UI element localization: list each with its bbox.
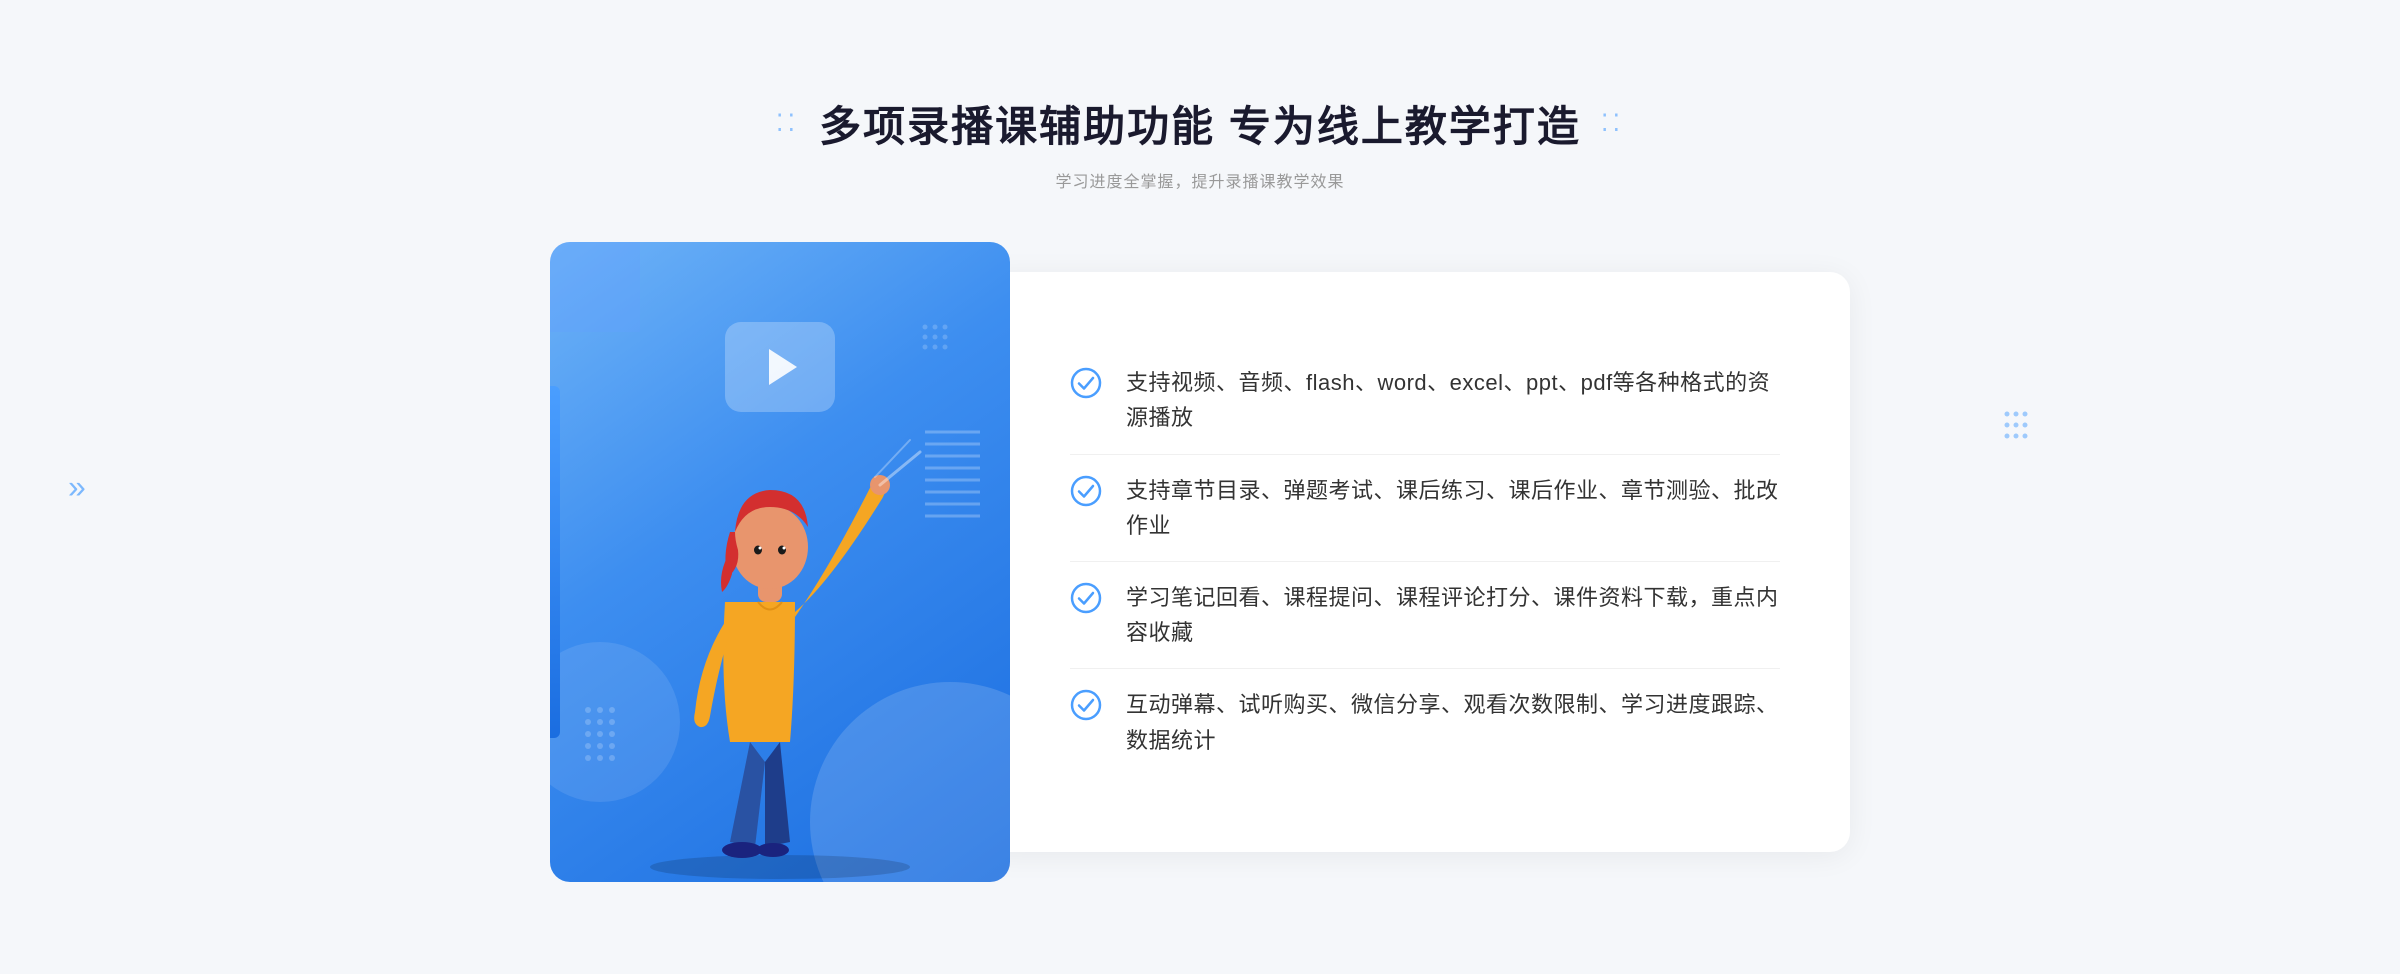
feature-item-4: 互动弹幕、试听购买、微信分享、观看次数限制、学习进度跟踪、数据统计 <box>1070 668 1780 775</box>
play-icon <box>769 349 797 385</box>
feature-item-2: 支持章节目录、弹题考试、课后练习、课后作业、章节测验、批改作业 <box>1070 454 1780 561</box>
features-panel: 支持视频、音频、flash、word、excel、ppt、pdf等各种格式的资源… <box>980 272 1850 852</box>
person-illustration <box>610 402 950 882</box>
illustration-panel <box>550 242 1010 882</box>
check-icon-2 <box>1070 473 1102 512</box>
title-row: ⁚⁚ 多项录播课辅助功能 专为线上教学打造 ⁚⁚ <box>776 93 1624 154</box>
chevron-decoration: » <box>68 469 86 506</box>
dots-decor-top-right <box>920 322 970 372</box>
header-section: ⁚⁚ 多项录播课辅助功能 专为线上教学打造 ⁚⁚ 学习进度全掌握，提升录播课教学… <box>776 93 1624 192</box>
feature-text-3: 学习笔记回看、课程提问、课程评论打分、课件资料下载，重点内容收藏 <box>1126 580 1780 650</box>
page-title: 多项录播课辅助功能 专为线上教学打造 <box>819 93 1581 154</box>
features-list: 支持视频、音频、flash、word、excel、ppt、pdf等各种格式的资源… <box>1070 347 1780 776</box>
title-dots-left: ⁚⁚ <box>776 109 799 138</box>
feature-item-3: 学习笔记回看、课程提问、课程评论打分、课件资料下载，重点内容收藏 <box>1070 561 1780 668</box>
circle-decor-small-blue <box>550 242 640 332</box>
page-container: » ⁚⁚ 多项录播课辅助功能 专为线上教学打造 ⁚⁚ 学习进度全掌握，提升录播课… <box>0 0 2400 974</box>
page-subtitle: 学习进度全掌握，提升录播课教学效果 <box>776 168 1624 192</box>
feature-text-4: 互动弹幕、试听购买、微信分享、观看次数限制、学习进度跟踪、数据统计 <box>1126 687 1780 757</box>
title-dots-right: ⁚⁚ <box>1601 109 1624 138</box>
feature-text-1: 支持视频、音频、flash、word、excel、ppt、pdf等各种格式的资源… <box>1126 365 1780 435</box>
check-icon-1 <box>1070 365 1102 404</box>
check-icon-3 <box>1070 580 1102 619</box>
feature-text-2: 支持章节目录、弹题考试、课后练习、课后作业、章节测验、批改作业 <box>1126 473 1780 543</box>
dots-decor-right <box>2002 409 2030 464</box>
check-icon-4 <box>1070 687 1102 726</box>
feature-item-1: 支持视频、音频、flash、word、excel、ppt、pdf等各种格式的资源… <box>1070 347 1780 453</box>
accent-bar <box>550 386 560 738</box>
content-wrapper: 支持视频、音频、flash、word、excel、ppt、pdf等各种格式的资源… <box>550 242 1850 882</box>
play-bubble <box>725 322 835 412</box>
